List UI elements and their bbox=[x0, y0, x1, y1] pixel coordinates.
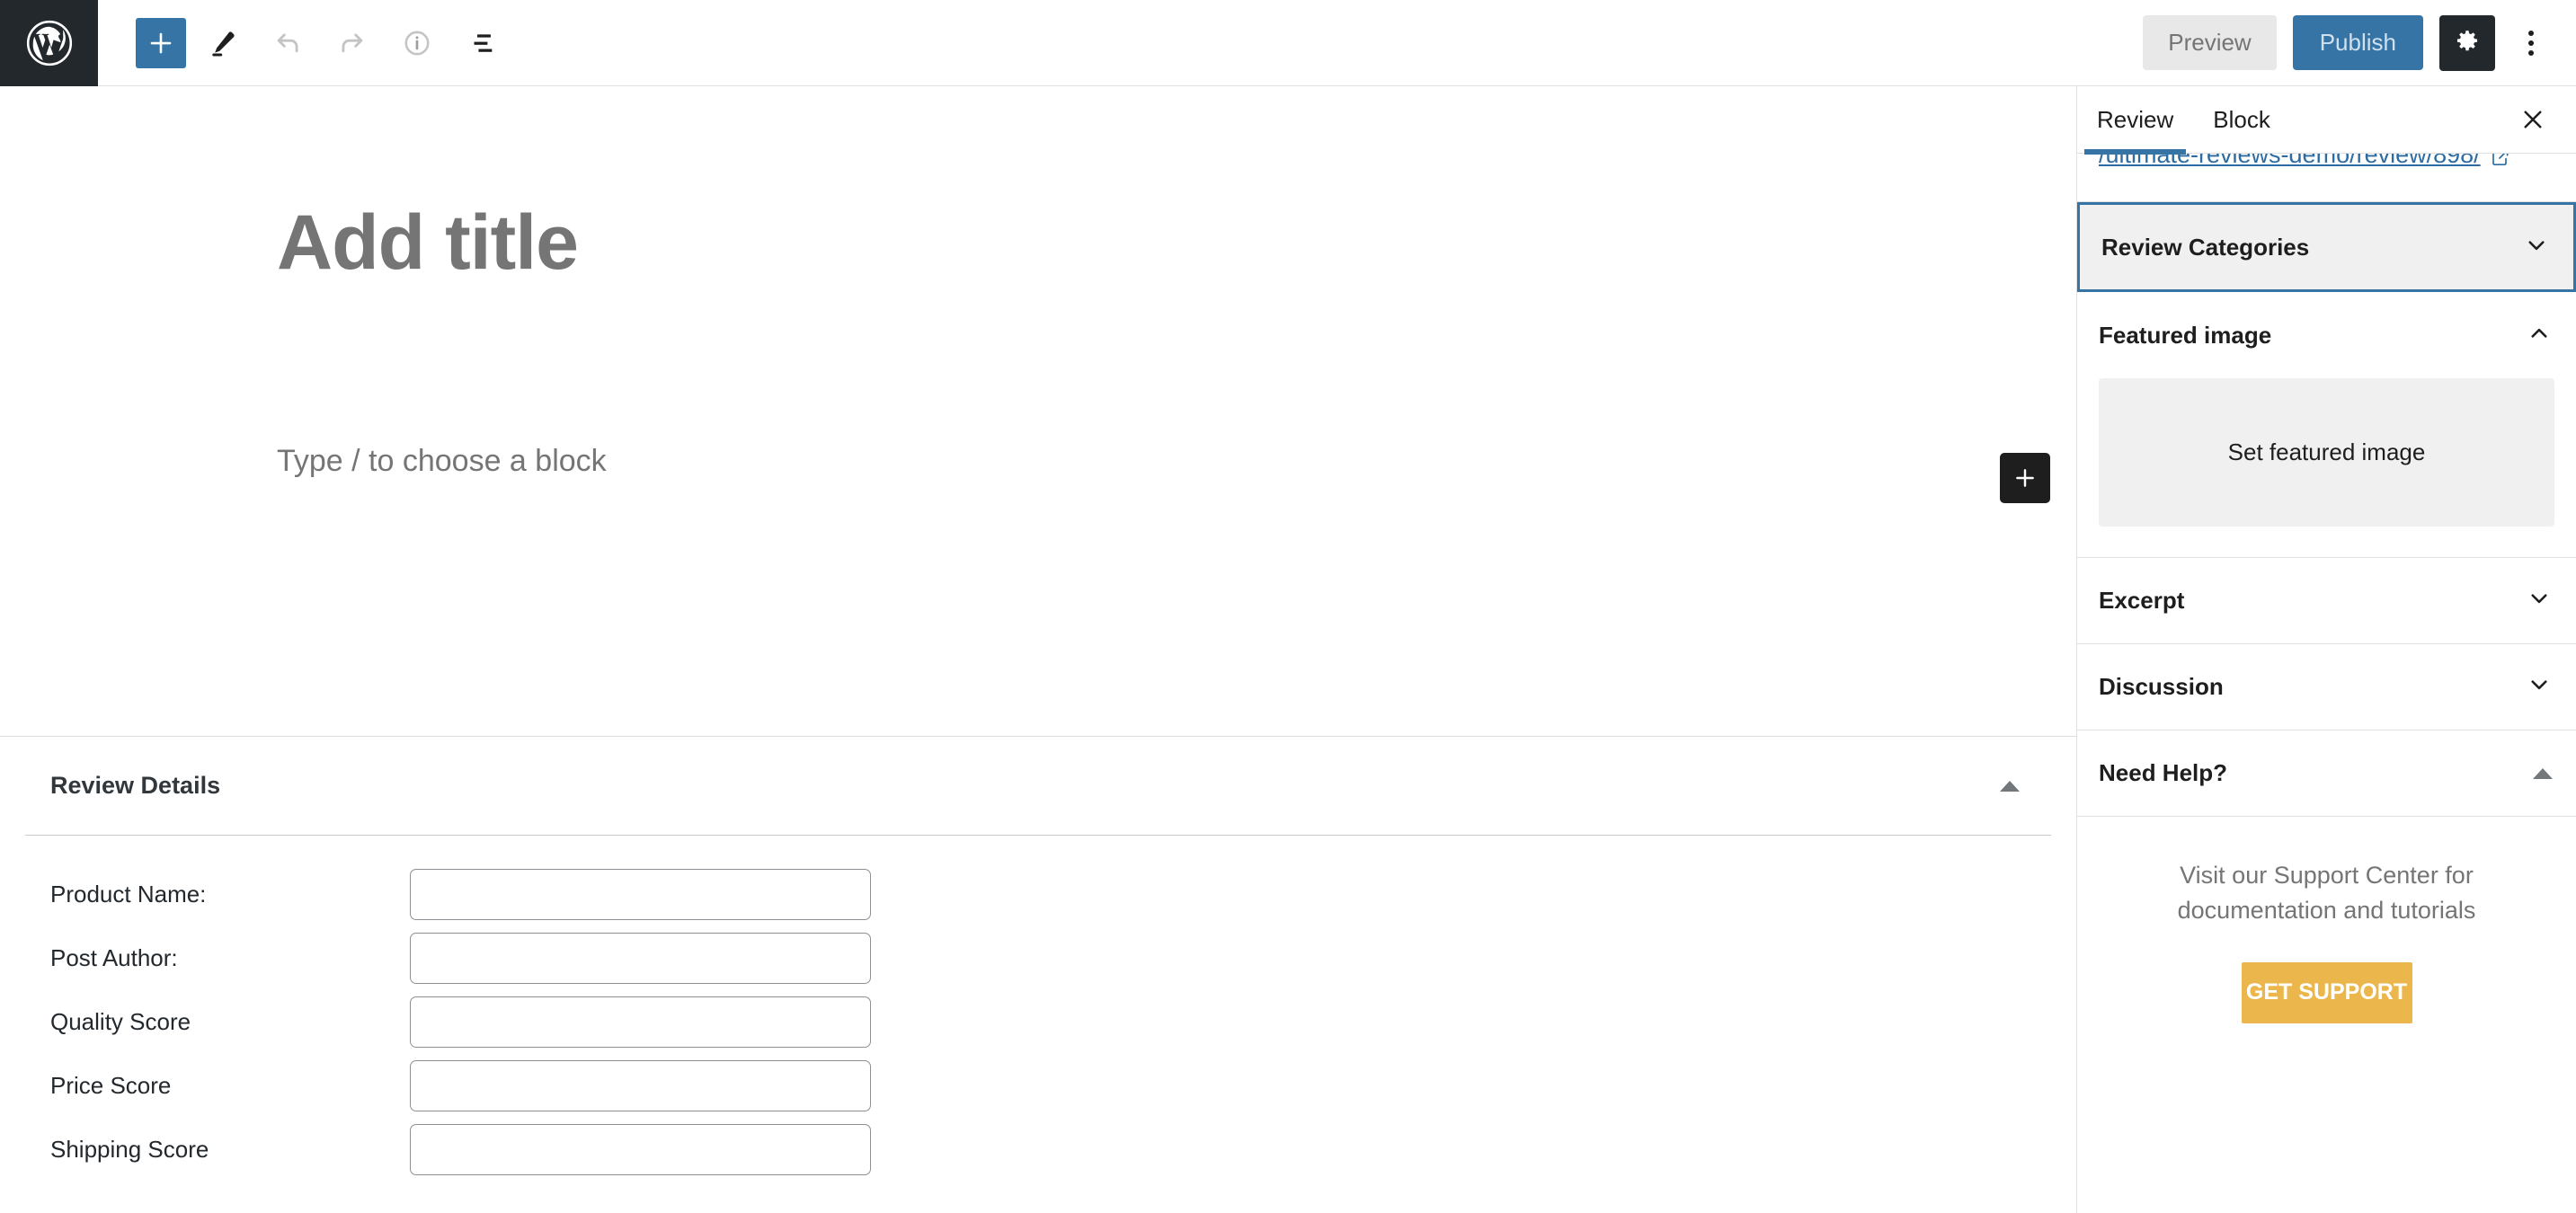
details-button[interactable] bbox=[389, 15, 445, 71]
chevron-up-icon bbox=[2526, 320, 2553, 351]
post-author-field[interactable] bbox=[410, 933, 871, 984]
panel-review-categories[interactable]: Review Categories bbox=[2077, 202, 2576, 292]
undo-arrow-icon bbox=[277, 33, 298, 52]
panel-title: Featured image bbox=[2099, 321, 2272, 349]
publish-button[interactable]: Publish bbox=[2292, 15, 2423, 70]
block-editor-area[interactable]: Add title Type / to choose a block bbox=[0, 86, 2076, 737]
header-actions: Preview Publish bbox=[2143, 14, 2576, 71]
close-sidebar-button[interactable] bbox=[2511, 98, 2554, 141]
triangle-up-icon bbox=[2000, 780, 2020, 792]
external-link-icon[interactable] bbox=[2490, 154, 2511, 173]
field-row: Shipping Score bbox=[50, 1118, 2051, 1182]
block-inserter-button[interactable] bbox=[2000, 453, 2050, 503]
wordpress-block-editor: Preview Publish Add title Type / to choo… bbox=[0, 0, 2576, 1213]
need-help-body: Visit our Support Center for documentati… bbox=[2077, 817, 2576, 1050]
panel-need-help[interactable]: Need Help? bbox=[2077, 730, 2576, 817]
panel-title: Review Categories bbox=[2101, 233, 2310, 261]
plus-icon bbox=[150, 32, 172, 53]
quality-score-field[interactable] bbox=[410, 996, 871, 1048]
panel-title: Excerpt bbox=[2099, 587, 2185, 614]
wordpress-logo-icon[interactable] bbox=[0, 0, 98, 86]
metabox-header: Review Details bbox=[25, 737, 2051, 836]
tab-block[interactable]: Block bbox=[2193, 86, 2290, 154]
undo-button[interactable] bbox=[260, 15, 315, 71]
tab-review[interactable]: Review bbox=[2077, 86, 2193, 155]
settings-button[interactable] bbox=[2439, 14, 2495, 71]
gear-icon bbox=[2456, 30, 2478, 50]
metabox-title: Review Details bbox=[50, 772, 221, 799]
preview-button[interactable]: Preview bbox=[2143, 15, 2277, 70]
chevron-down-icon bbox=[2523, 232, 2550, 263]
product-name-label: Product Name: bbox=[50, 881, 207, 908]
default-block-appender[interactable]: Type / to choose a block bbox=[277, 444, 607, 479]
field-row: Quality Score bbox=[50, 990, 2051, 1054]
featured-image-body: Set featured image bbox=[2077, 378, 2576, 558]
kebab-menu-icon bbox=[2528, 30, 2534, 56]
list-view-button[interactable] bbox=[454, 15, 510, 71]
metabox-collapse-toggle[interactable] bbox=[1992, 768, 2028, 804]
field-row: Price Score bbox=[50, 1054, 2051, 1118]
triangle-up-icon bbox=[2533, 767, 2553, 779]
info-circle-icon bbox=[404, 31, 430, 55]
panel-excerpt[interactable]: Excerpt bbox=[2077, 558, 2576, 644]
list-view-icon bbox=[474, 33, 493, 52]
quality-score-label: Quality Score bbox=[50, 1008, 191, 1035]
product-name-field[interactable] bbox=[410, 869, 871, 920]
shipping-score-field[interactable] bbox=[410, 1124, 871, 1175]
panel-featured-image[interactable]: Featured image bbox=[2077, 292, 2576, 378]
shipping-score-label: Shipping Score bbox=[50, 1136, 209, 1163]
chevron-down-icon bbox=[2526, 585, 2553, 616]
pencil-icon bbox=[212, 31, 235, 57]
sidebar-tab-bar: Review Block bbox=[2077, 86, 2576, 155]
price-score-field[interactable] bbox=[410, 1060, 871, 1111]
post-author-label: Post Author: bbox=[50, 944, 178, 971]
editor-settings-sidebar: Review Block /ultimate-reviews-demo/revi… bbox=[2076, 86, 2576, 1213]
panel-title: Need Help? bbox=[2099, 759, 2228, 786]
add-block-button[interactable] bbox=[136, 17, 186, 68]
permalink-row: /ultimate-reviews-demo/review/898/ bbox=[2077, 154, 2576, 202]
field-row: Post Author: bbox=[50, 926, 2051, 990]
editor-canvas: Add title Type / to choose a block Revie… bbox=[0, 86, 2076, 1213]
set-featured-image-button[interactable]: Set featured image bbox=[2099, 378, 2554, 527]
close-icon bbox=[2524, 111, 2542, 128]
editor-header: Preview Publish bbox=[0, 0, 2576, 86]
get-support-button[interactable]: GET SUPPORT bbox=[2241, 962, 2412, 1023]
header-toolbar bbox=[98, 15, 510, 71]
panel-discussion[interactable]: Discussion bbox=[2077, 644, 2576, 730]
review-details-metabox: Review Details Product Name: Post Author… bbox=[0, 737, 2076, 1213]
metabox-body: Product Name: Post Author: Quality Score… bbox=[0, 836, 2076, 1213]
more-options-button[interactable] bbox=[2511, 15, 2551, 71]
redo-arrow-icon bbox=[342, 33, 363, 52]
chevron-down-icon bbox=[2526, 671, 2553, 703]
edit-mode-button[interactable] bbox=[195, 15, 251, 71]
price-score-label: Price Score bbox=[50, 1072, 172, 1099]
support-center-text: Visit our Support Center for documentati… bbox=[2177, 862, 2476, 925]
permalink-link[interactable]: /ultimate-reviews-demo/review/898/ bbox=[2099, 154, 2481, 169]
post-title-input[interactable]: Add title bbox=[277, 199, 579, 288]
field-row: Product Name: bbox=[50, 863, 2051, 926]
plus-icon bbox=[2016, 469, 2034, 487]
panel-title: Discussion bbox=[2099, 673, 2224, 700]
redo-button[interactable] bbox=[324, 15, 380, 71]
